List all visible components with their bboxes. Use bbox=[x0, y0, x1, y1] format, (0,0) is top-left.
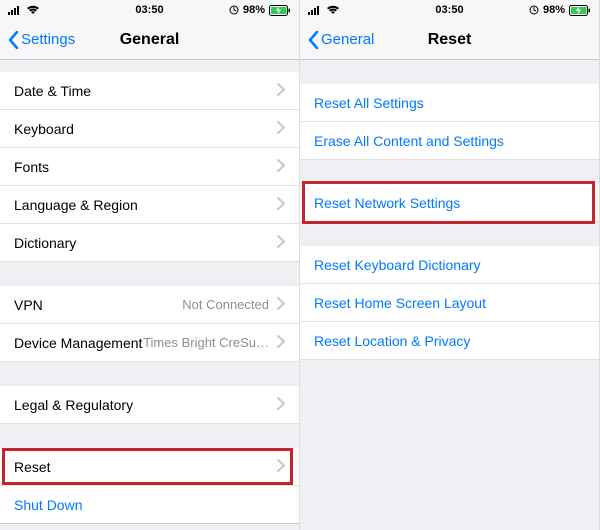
nav-title: General bbox=[120, 31, 180, 49]
chevron-right-icon bbox=[277, 459, 285, 475]
status-time: 03:50 bbox=[135, 4, 163, 16]
cell-label: Erase All Content and Settings bbox=[314, 133, 504, 149]
nav-title: Reset bbox=[428, 31, 472, 49]
nav-bar: Settings General bbox=[0, 20, 299, 60]
status-time: 03:50 bbox=[435, 4, 463, 16]
cell-label: Reset Home Screen Layout bbox=[314, 295, 486, 311]
chevron-right-icon bbox=[277, 121, 285, 137]
chevron-right-icon bbox=[277, 159, 285, 175]
back-button[interactable]: General bbox=[308, 31, 374, 49]
chevron-right-icon bbox=[277, 83, 285, 99]
row-shut-down[interactable]: Shut Down bbox=[0, 486, 299, 524]
row-date-time[interactable]: Date & Time bbox=[0, 72, 299, 110]
row-dictionary[interactable]: Dictionary bbox=[0, 224, 299, 262]
cell-label: Dictionary bbox=[14, 235, 76, 251]
cell-detail: Times Bright CreSu… bbox=[142, 335, 275, 350]
status-battery-pct: 98% bbox=[243, 4, 265, 16]
cell-label: VPN bbox=[14, 297, 43, 313]
back-label: Settings bbox=[21, 31, 75, 48]
row-fonts[interactable]: Fonts bbox=[0, 148, 299, 186]
cell-label: Reset All Settings bbox=[314, 95, 424, 111]
cell-label: Date & Time bbox=[14, 83, 91, 99]
cell-label: Legal & Regulatory bbox=[14, 397, 133, 413]
cellular-signal-icon bbox=[8, 5, 22, 15]
chevron-right-icon bbox=[277, 235, 285, 251]
chevron-left-icon bbox=[308, 31, 319, 49]
nav-bar: General Reset bbox=[300, 20, 599, 60]
chevron-right-icon bbox=[277, 397, 285, 413]
back-button[interactable]: Settings bbox=[8, 31, 75, 49]
cell-label: Reset Keyboard Dictionary bbox=[314, 257, 481, 273]
row-reset-all-settings[interactable]: Reset All Settings bbox=[300, 84, 599, 122]
cell-label: Fonts bbox=[14, 159, 49, 175]
cell-label: Reset bbox=[14, 459, 51, 475]
chevron-right-icon bbox=[277, 297, 285, 313]
battery-icon bbox=[269, 5, 291, 16]
row-device-management[interactable]: Device Management Times Bright CreSu… bbox=[0, 324, 299, 362]
cell-detail: Not Connected bbox=[43, 297, 275, 312]
back-label: General bbox=[321, 31, 374, 48]
row-reset[interactable]: Reset bbox=[0, 448, 299, 486]
chevron-left-icon bbox=[8, 31, 19, 49]
row-reset-keyboard-dictionary[interactable]: Reset Keyboard Dictionary bbox=[300, 246, 599, 284]
cell-label: Device Management bbox=[14, 335, 142, 351]
cell-label: Language & Region bbox=[14, 197, 138, 213]
status-bar: 03:50 98% bbox=[300, 0, 599, 20]
screen-general: 03:50 98% Settings General Date & Time K… bbox=[0, 0, 300, 530]
row-language-region[interactable]: Language & Region bbox=[0, 186, 299, 224]
wifi-icon bbox=[26, 5, 40, 15]
chevron-right-icon bbox=[277, 197, 285, 213]
screen-reset: 03:50 98% General Reset Reset All Settin… bbox=[300, 0, 600, 530]
battery-icon bbox=[569, 5, 591, 16]
row-reset-home-screen[interactable]: Reset Home Screen Layout bbox=[300, 284, 599, 322]
cell-label: Reset Network Settings bbox=[314, 195, 460, 211]
cell-label: Shut Down bbox=[14, 497, 82, 513]
cell-label: Reset Location & Privacy bbox=[314, 333, 470, 349]
row-keyboard[interactable]: Keyboard bbox=[0, 110, 299, 148]
wifi-icon bbox=[326, 5, 340, 15]
status-battery-pct: 98% bbox=[543, 4, 565, 16]
row-reset-network-settings[interactable]: Reset Network Settings bbox=[300, 184, 599, 222]
row-vpn[interactable]: VPN Not Connected bbox=[0, 286, 299, 324]
cell-label: Keyboard bbox=[14, 121, 74, 137]
cellular-signal-icon bbox=[308, 5, 322, 15]
row-erase-all-content[interactable]: Erase All Content and Settings bbox=[300, 122, 599, 160]
chevron-right-icon bbox=[277, 335, 285, 351]
status-bar: 03:50 98% bbox=[0, 0, 299, 20]
reset-list: Reset All Settings Erase All Content and… bbox=[300, 60, 599, 530]
location-arrow-icon bbox=[229, 5, 239, 15]
location-arrow-icon bbox=[529, 5, 539, 15]
settings-list: Date & Time Keyboard Fonts Language & Re… bbox=[0, 60, 299, 530]
row-legal-regulatory[interactable]: Legal & Regulatory bbox=[0, 386, 299, 424]
row-reset-location-privacy[interactable]: Reset Location & Privacy bbox=[300, 322, 599, 360]
